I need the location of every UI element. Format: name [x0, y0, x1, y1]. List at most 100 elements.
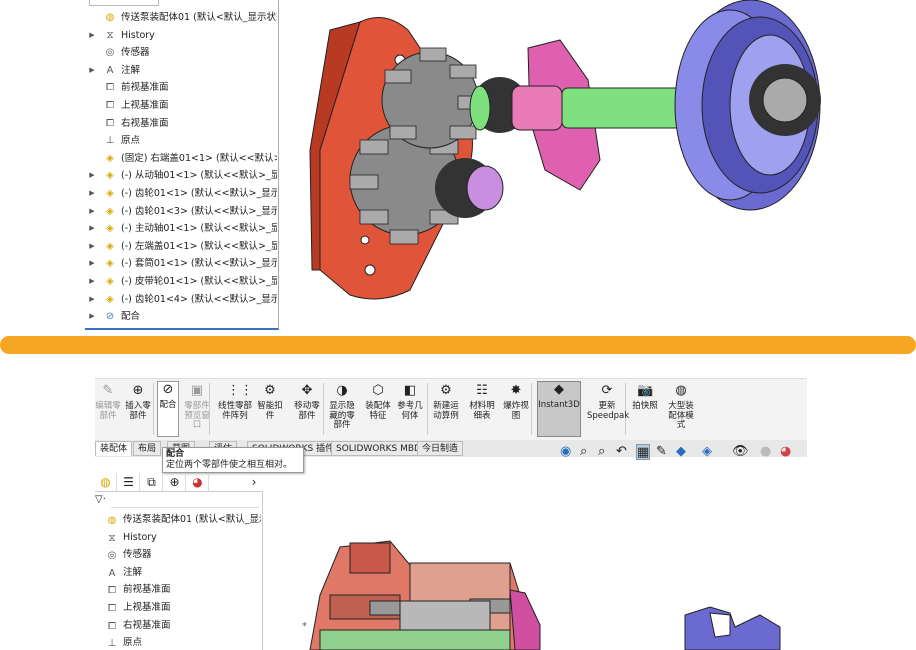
ribbon-button[interactable]: ◑ 显示隐 藏的零 部件 — [327, 383, 357, 431]
ribbon-button-icon: ⊕ — [132, 383, 144, 398]
expand-arrow-icon[interactable]: ▶ — [87, 27, 97, 45]
tree-item[interactable]: ◍ 传送泵装配体01 (默认<默认_显示状态-1 — [95, 512, 261, 530]
ribbon-button[interactable]: ⋮⋮ 线性零部 件阵列 — [217, 383, 253, 421]
ribbon-button[interactable]: ⬡ 装配体 特征 — [363, 383, 393, 421]
expand-arrow-icon[interactable]: ▶ — [87, 203, 97, 221]
zoom-to-fit-icon[interactable]: ⌕ — [580, 444, 587, 460]
feature-tree-top: ◍ 传送泵装配体01 (默认<默认_显示状态-1 ▶ ⧖ History ◎ 传感器 ▶ A 注解… — [87, 9, 277, 326]
sensor-icon: ◎ — [107, 550, 117, 562]
expand-arrow-icon[interactable]: ▶ — [87, 220, 97, 238]
tree-item-label: 传感器 — [123, 549, 152, 561]
tree-item[interactable]: ◍ 传送泵装配体01 (默认<默认_显示状态-1 — [87, 9, 277, 27]
apply-scene-icon[interactable]: ● — [760, 444, 771, 460]
ribbon-button[interactable]: ✸ 爆炸视 图 — [499, 383, 533, 421]
tree-item[interactable]: ⊥ 原点 — [87, 132, 277, 150]
expand-arrow-icon[interactable]: ▶ — [87, 255, 97, 273]
part-icon: ◈ — [106, 205, 114, 217]
ribbon-button-label: 插入零 部件 — [125, 401, 151, 421]
history-icon: ⧖ — [108, 532, 116, 544]
expand-arrow-icon[interactable]: ▶ — [87, 291, 97, 309]
tree-item[interactable]: ⧖ History — [95, 530, 261, 548]
expand-arrow-icon[interactable]: ▶ — [87, 273, 97, 291]
tree-item-label: (-) 齿轮01<1> (默认<<默认>_显示状 — [121, 187, 277, 199]
ribbon-button-label: 线性零部 件阵列 — [217, 401, 252, 421]
ribbon-button[interactable]: ☷ 材料明 细表 — [467, 383, 497, 421]
ribbon-button[interactable]: ⟳ 更新 Speedpak — [587, 383, 629, 421]
tree-item[interactable]: ⧠ 上视基准面 — [87, 97, 277, 115]
feature-manager-icon[interactable]: ◍ — [95, 473, 117, 491]
tree-item[interactable]: ▶ ⊘ 配合 — [87, 308, 277, 326]
expand-arrow-icon[interactable]: ▶ — [87, 308, 97, 326]
tree-item[interactable]: ⧠ 前视基准面 — [87, 79, 277, 97]
ribbon-button[interactable]: ⊕ 插入零 部件 — [123, 383, 153, 421]
expand-arrow-icon[interactable]: ▶ — [87, 167, 97, 185]
ribbon-button[interactable]: ✎ 编辑零 部件 — [95, 383, 121, 421]
ribbon-button-icon: ▣ — [190, 383, 204, 398]
edit-appearance-icon[interactable]: 👁 — [732, 444, 749, 460]
tree-item[interactable]: ▶ ◈ (-) 从动轴01<1> (默认<<默认>_显示 — [87, 167, 277, 185]
tab[interactable]: 今日制造 — [417, 441, 464, 456]
ribbon-button[interactable]: ◆ Instant3D — [537, 381, 581, 437]
previous-view-icon[interactable]: ↶ — [616, 444, 627, 460]
expand-arrow-icon[interactable]: ▶ — [87, 185, 97, 203]
tab[interactable]: 布局 — [133, 441, 162, 456]
ribbon-button[interactable]: ◍ 大型装 配体模 式 — [663, 383, 699, 431]
config-manager-icon[interactable]: ⧉ — [141, 473, 163, 491]
display-style-icon[interactable]: ◆ — [676, 444, 686, 460]
tree-item[interactable]: ▶ ⧖ History — [87, 27, 277, 45]
zoom-area-icon[interactable]: ⌕ — [598, 444, 605, 460]
top-model-viewport[interactable] — [290, 0, 830, 320]
view-orientation-icon[interactable]: ◉ — [560, 444, 571, 460]
tree-item[interactable]: ▶ ◈ (-) 主动轴01<1> (默认<<默认>_显示 — [87, 220, 277, 238]
tree-item-label: (-) 齿轮01<3> (默认<<默认>_显示状 — [121, 205, 277, 217]
part-icon: ◈ — [106, 240, 114, 252]
tree-item[interactable]: ▶ ◈ (-) 齿轮01<3> (默认<<默认>_显示状 — [87, 203, 277, 221]
tree-item[interactable]: ▶ ◈ (-) 左端盖01<1> (默认<<默认>_显示 — [87, 238, 277, 256]
hide-show-icon[interactable]: ◈ — [702, 444, 712, 460]
tree-item[interactable]: A 注解 — [95, 565, 261, 583]
plane-icon: ⧠ — [108, 620, 116, 632]
ribbon-button-icon: ⚙ — [440, 383, 452, 398]
ribbon-button[interactable]: ⚙ 智能扣 件 — [255, 383, 285, 421]
ribbon-button[interactable]: ✥ 移动零 部件 — [290, 383, 324, 421]
tree-item[interactable]: ◎ 传感器 — [95, 547, 261, 565]
ribbon-button-label: Instant3D — [538, 400, 580, 410]
tab[interactable]: 装配体 — [95, 441, 133, 456]
property-manager-icon[interactable]: ☰ — [118, 473, 140, 491]
ribbon-button-icon: ◆ — [554, 382, 564, 397]
display-manager-icon[interactable]: ◕ — [187, 473, 209, 491]
ribbon-button[interactable]: ▣ 零部件 预览窗 口 — [181, 383, 213, 431]
view-settings-icon[interactable]: ◕ — [780, 444, 791, 460]
panel-expand-icon[interactable]: › — [243, 473, 265, 491]
tree-item[interactable]: ⧠ 右视基准面 — [95, 618, 261, 636]
tree-item[interactable]: ▶ ◈ (-) 齿轮01<4> (默认<<默认>_显示状 — [87, 291, 277, 309]
dimxpert-icon[interactable]: ⊕ — [164, 473, 186, 491]
ribbon-button[interactable]: ◧ 参考几 何体 — [395, 383, 425, 421]
tree-item[interactable]: ▶ ◈ (-) 齿轮01<1> (默认<<默认>_显示状 — [87, 185, 277, 203]
ribbon-button-icon: ✸ — [510, 383, 522, 398]
tree-item[interactable]: ⊥ 原点 — [95, 635, 261, 650]
bottom-model-viewport[interactable]: * — [290, 535, 810, 650]
ribbon-button[interactable]: ⊘ 配合 — [157, 381, 179, 437]
section-divider-bar — [0, 336, 916, 354]
tree-item[interactable]: ▶ ◈ (-) 套筒01<1> (默认<<默认>_显示状 — [87, 255, 277, 273]
dynamic-annotation-icon[interactable]: ✎ — [656, 444, 667, 460]
filter-icon[interactable]: ▽· — [95, 494, 106, 505]
tab[interactable]: SOLIDWORKS MBD — [331, 441, 426, 456]
tree-item[interactable]: ◎ 传感器 — [87, 44, 277, 62]
part-icon: ◈ — [106, 258, 114, 270]
expand-arrow-icon[interactable]: ▶ — [87, 238, 97, 256]
tree-item[interactable]: ⧠ 上视基准面 — [95, 600, 261, 618]
ribbon-button-label: 新建运 动算例 — [433, 401, 459, 421]
annotation-icon: A — [108, 567, 116, 579]
expand-arrow-icon[interactable]: ▶ — [87, 62, 97, 80]
tree-item[interactable]: ◈ (固定) 右端盖01<1> (默认<<默认>_ — [87, 150, 277, 168]
ribbon-button[interactable]: 📷 拍快照 — [631, 383, 659, 412]
tree-item[interactable]: ⧠ 右视基准面 — [87, 115, 277, 133]
section-view-icon[interactable]: ▦ — [636, 444, 651, 460]
tree-item[interactable]: ▶ A 注解 — [87, 62, 277, 80]
ribbon-button[interactable]: ⚙ 新建运 动算例 — [429, 383, 463, 421]
tree-filter-input[interactable] — [89, 0, 159, 6]
tree-item[interactable]: ⧠ 前视基准面 — [95, 582, 261, 600]
tree-item[interactable]: ▶ ◈ (-) 皮带轮01<1> (默认<<默认>_显示 — [87, 273, 277, 291]
